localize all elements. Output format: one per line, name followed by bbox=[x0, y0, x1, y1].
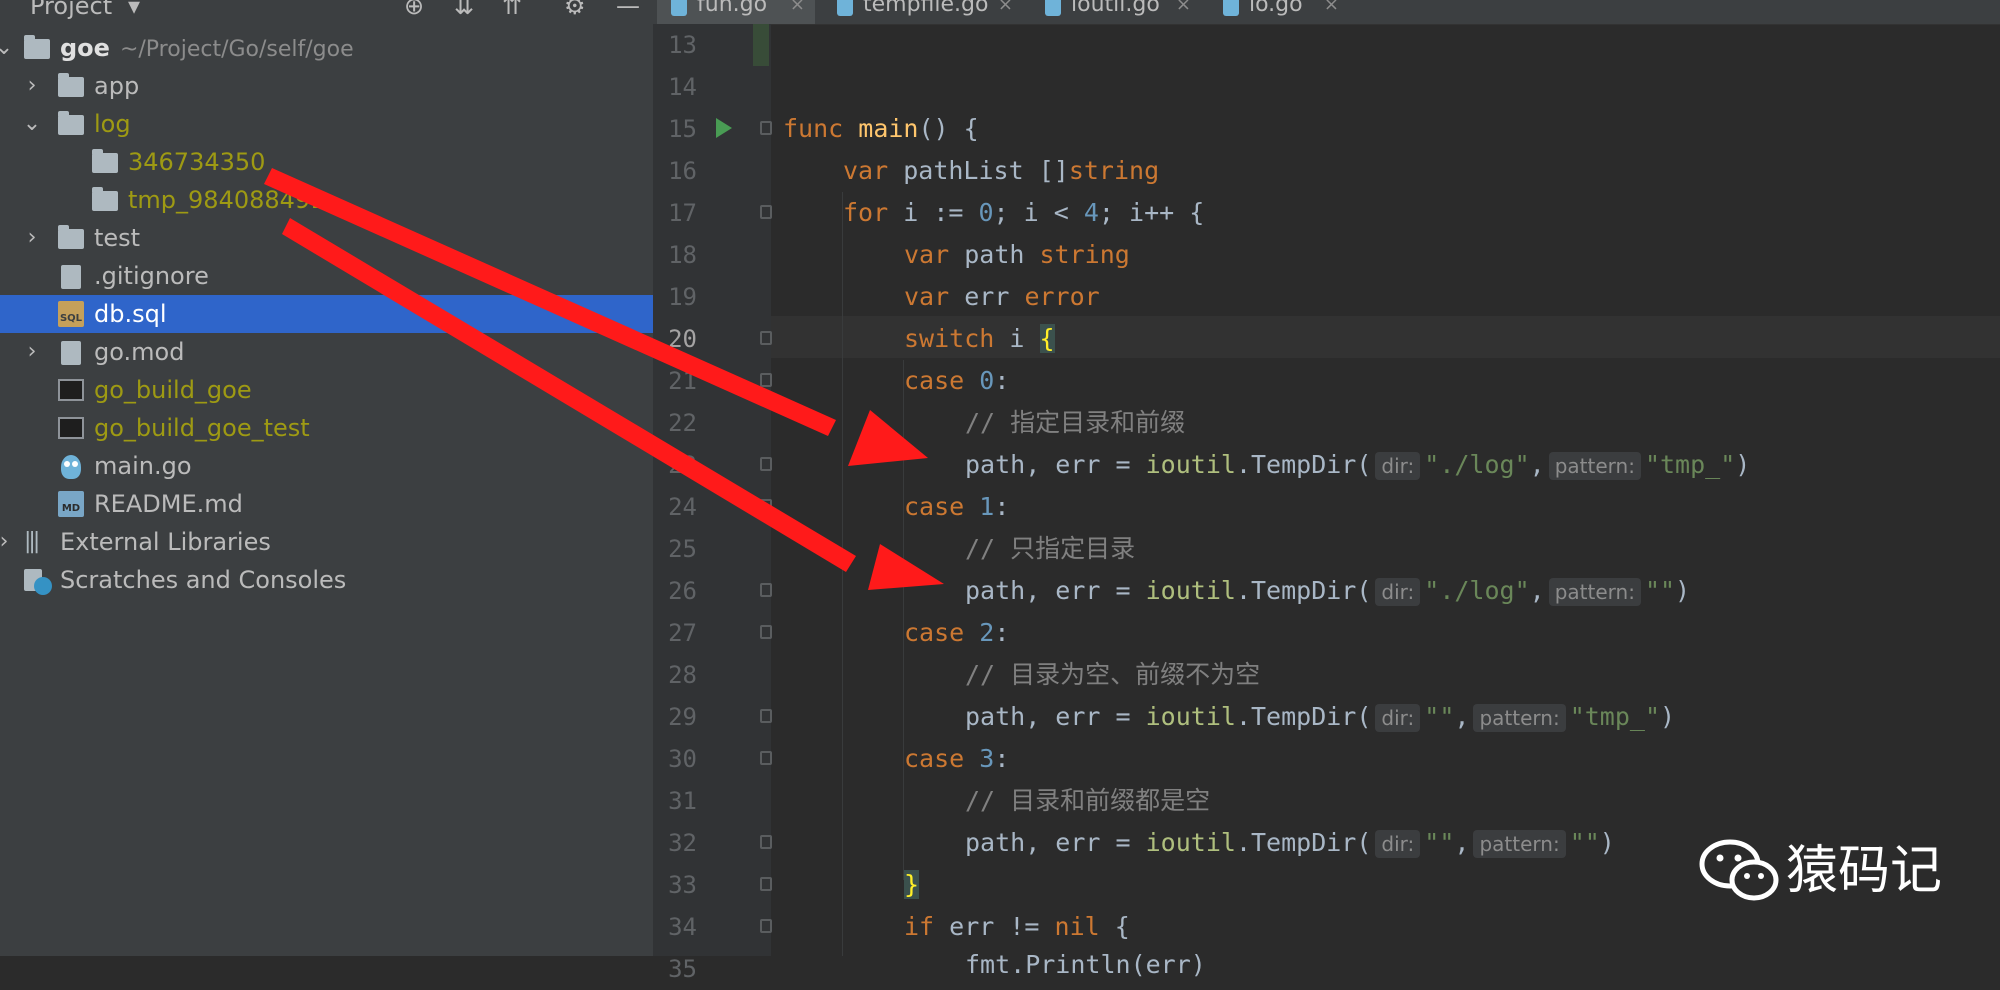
watermark: 猿码记 bbox=[1698, 836, 1942, 906]
wechat-icon bbox=[1699, 839, 1779, 901]
arrow-to-case-1 bbox=[282, 218, 944, 590]
watermark-text: 猿码记 bbox=[1786, 841, 1943, 901]
annotation-arrows bbox=[264, 168, 944, 590]
